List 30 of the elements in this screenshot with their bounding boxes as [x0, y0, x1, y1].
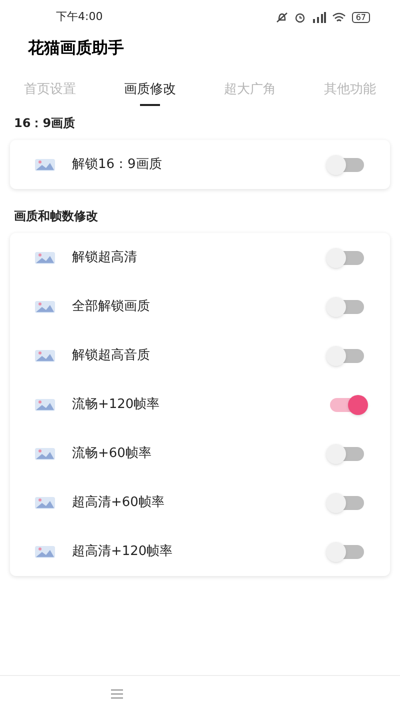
setting-label: 全部解锁画质	[72, 298, 151, 316]
menu-icon[interactable]	[110, 688, 124, 698]
section-heading: 16：9画质	[13, 115, 76, 132]
image-icon	[34, 156, 56, 172]
image-icon	[34, 250, 56, 266]
mute-icon	[276, 12, 288, 22]
battery-indicator: 67	[352, 12, 370, 22]
tab[interactable]: 其他功能	[320, 72, 380, 108]
setting-label: 流畅+120帧率	[72, 396, 161, 414]
image-icon	[34, 396, 56, 412]
signal-icon	[312, 12, 326, 22]
alarm-icon	[294, 12, 306, 22]
tab[interactable]: 超大广角	[220, 72, 280, 108]
image-icon	[34, 348, 56, 364]
tab[interactable]: 画质修改	[120, 72, 180, 108]
app-title: 花猫画质助手	[28, 37, 124, 59]
setting-label: 解锁超高清	[72, 248, 138, 267]
image-icon	[34, 494, 56, 510]
wifi-icon	[332, 12, 346, 22]
image-icon	[34, 544, 56, 560]
setting-label: 解锁超高音质	[72, 346, 151, 365]
image-icon	[34, 298, 56, 314]
tab[interactable]: 首页设置	[20, 72, 80, 108]
image-icon	[34, 446, 56, 462]
setting-label: 超高清+60帧率	[72, 494, 166, 512]
setting-label: 流畅+60帧率	[72, 444, 152, 463]
setting-label: 超高清+120帧率	[72, 542, 174, 561]
setting-label: 解锁16：9画质	[72, 156, 163, 174]
section-heading: 画质和帧数修改	[13, 208, 99, 225]
status-time: 下午4:00	[56, 8, 103, 25]
